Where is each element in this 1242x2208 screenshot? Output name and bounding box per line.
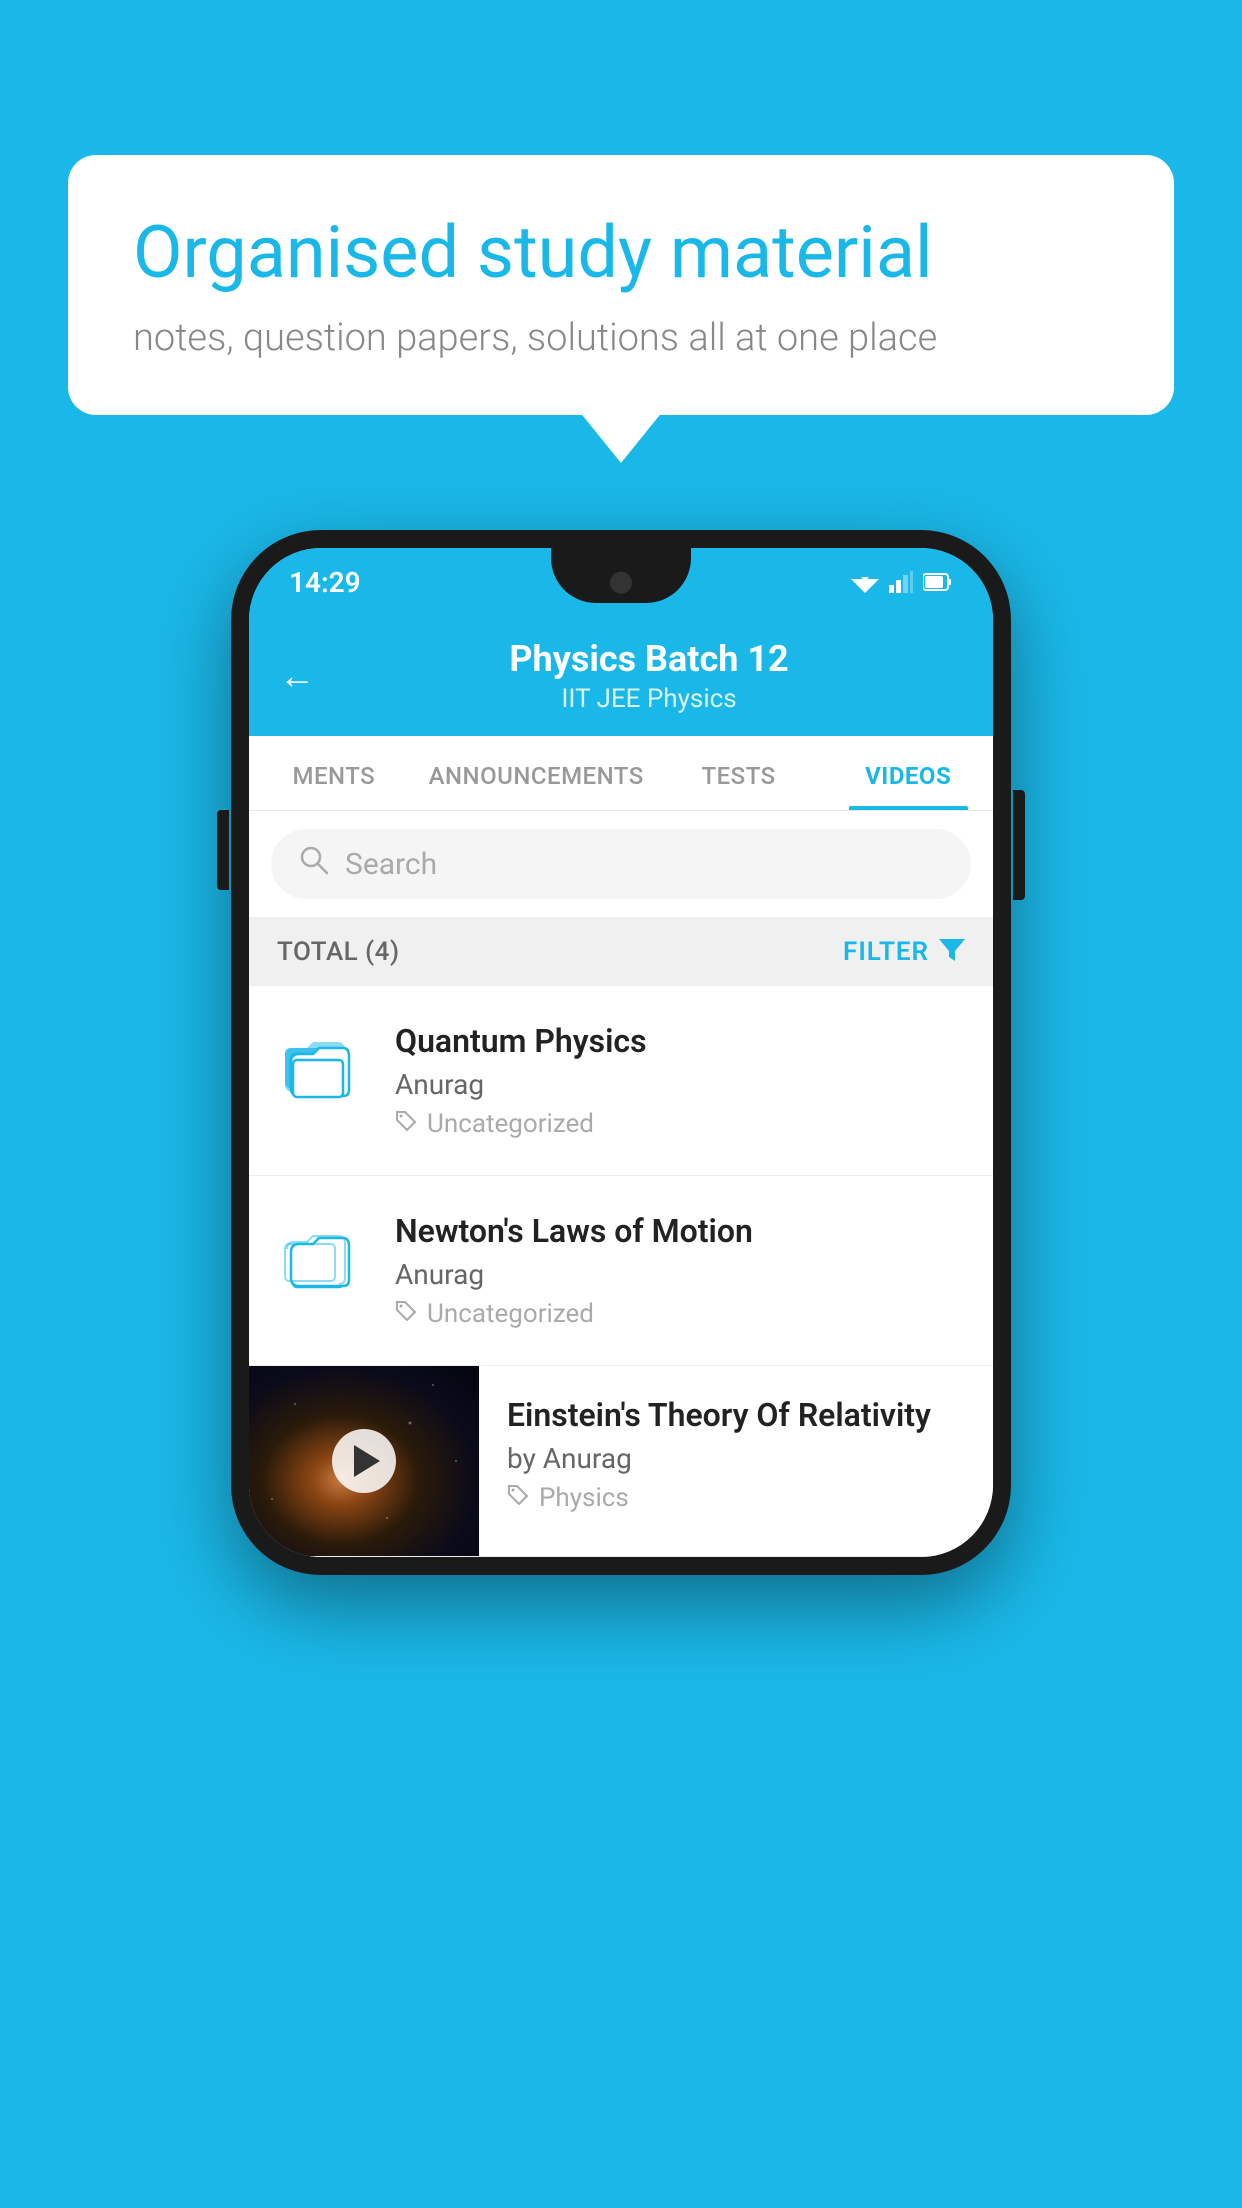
- video-info: Einstein's Theory Of Relativity by Anura…: [479, 1366, 993, 1543]
- video-tag: Uncategorized: [395, 1109, 965, 1139]
- video-thumbnail: [249, 1366, 479, 1556]
- tag-label: Physics: [539, 1483, 629, 1513]
- video-folder-icon: [277, 1026, 367, 1110]
- header-subtitle: IIT JEE Physics: [335, 684, 963, 714]
- battery-icon: [923, 572, 953, 592]
- video-author: by Anurag: [507, 1442, 965, 1475]
- video-info: Quantum Physics Anurag Uncategorized: [395, 1022, 965, 1139]
- tab-tests[interactable]: TESTS: [654, 736, 824, 810]
- video-tag: Physics: [507, 1483, 965, 1513]
- play-icon: [354, 1445, 380, 1477]
- list-item[interactable]: Einstein's Theory Of Relativity by Anura…: [249, 1366, 993, 1557]
- video-tag: Uncategorized: [395, 1299, 965, 1329]
- app-header: ← Physics Batch 12 IIT JEE Physics: [249, 616, 993, 736]
- speech-bubble: Organised study material notes, question…: [68, 155, 1174, 415]
- tab-ments[interactable]: MENTS: [249, 736, 419, 810]
- video-author: Anurag: [395, 1068, 965, 1101]
- header-title: Physics Batch 12: [335, 638, 963, 680]
- video-folder-icon: [277, 1216, 367, 1300]
- camera-dot: [610, 571, 632, 593]
- phone-wrapper: 14:29: [231, 530, 1011, 1575]
- tag-icon: [395, 1299, 417, 1329]
- tab-bar: MENTS ANNOUNCEMENTS TESTS VIDEOS: [249, 736, 993, 811]
- bubble-title: Organised study material: [133, 210, 1109, 296]
- speech-bubble-container: Organised study material notes, question…: [68, 155, 1174, 415]
- tag-label: Uncategorized: [427, 1299, 594, 1329]
- tag-label: Uncategorized: [427, 1109, 594, 1139]
- tag-icon: [395, 1109, 417, 1139]
- search-container: Search: [249, 811, 993, 917]
- signal-icon: [889, 571, 913, 593]
- play-button[interactable]: [332, 1429, 396, 1493]
- status-time: 14:29: [289, 566, 361, 599]
- video-list: Quantum Physics Anurag Uncategorized: [249, 986, 993, 1557]
- status-bar: 14:29: [249, 548, 993, 616]
- notch: [551, 548, 691, 603]
- phone-screen: 14:29: [249, 548, 993, 1557]
- bubble-subtitle: notes, question papers, solutions all at…: [133, 316, 1109, 360]
- phone-outer: 14:29: [231, 530, 1011, 1575]
- tab-announcements[interactable]: ANNOUNCEMENTS: [419, 736, 654, 810]
- search-input-placeholder: Search: [345, 847, 437, 882]
- filter-bar: TOTAL (4) FILTER: [249, 917, 993, 986]
- header-title-block: Physics Batch 12 IIT JEE Physics: [335, 638, 963, 714]
- filter-button[interactable]: FILTER: [843, 935, 965, 968]
- tab-videos[interactable]: VIDEOS: [823, 736, 993, 810]
- search-bar[interactable]: Search: [271, 829, 971, 899]
- search-icon: [299, 845, 329, 883]
- list-item[interactable]: Newton's Laws of Motion Anurag Uncategor…: [249, 1176, 993, 1366]
- total-label: TOTAL (4): [277, 937, 400, 967]
- list-item[interactable]: Quantum Physics Anurag Uncategorized: [249, 986, 993, 1176]
- tag-icon: [507, 1483, 529, 1513]
- video-author: Anurag: [395, 1258, 965, 1291]
- video-title: Newton's Laws of Motion: [395, 1212, 965, 1250]
- back-button[interactable]: ←: [279, 655, 315, 697]
- video-title: Einstein's Theory Of Relativity: [507, 1396, 965, 1434]
- video-title: Quantum Physics: [395, 1022, 965, 1060]
- wifi-icon: [851, 571, 879, 593]
- video-info: Newton's Laws of Motion Anurag Uncategor…: [395, 1212, 965, 1329]
- filter-label: FILTER: [843, 937, 929, 967]
- status-icons: [851, 571, 953, 593]
- filter-icon: [939, 935, 965, 968]
